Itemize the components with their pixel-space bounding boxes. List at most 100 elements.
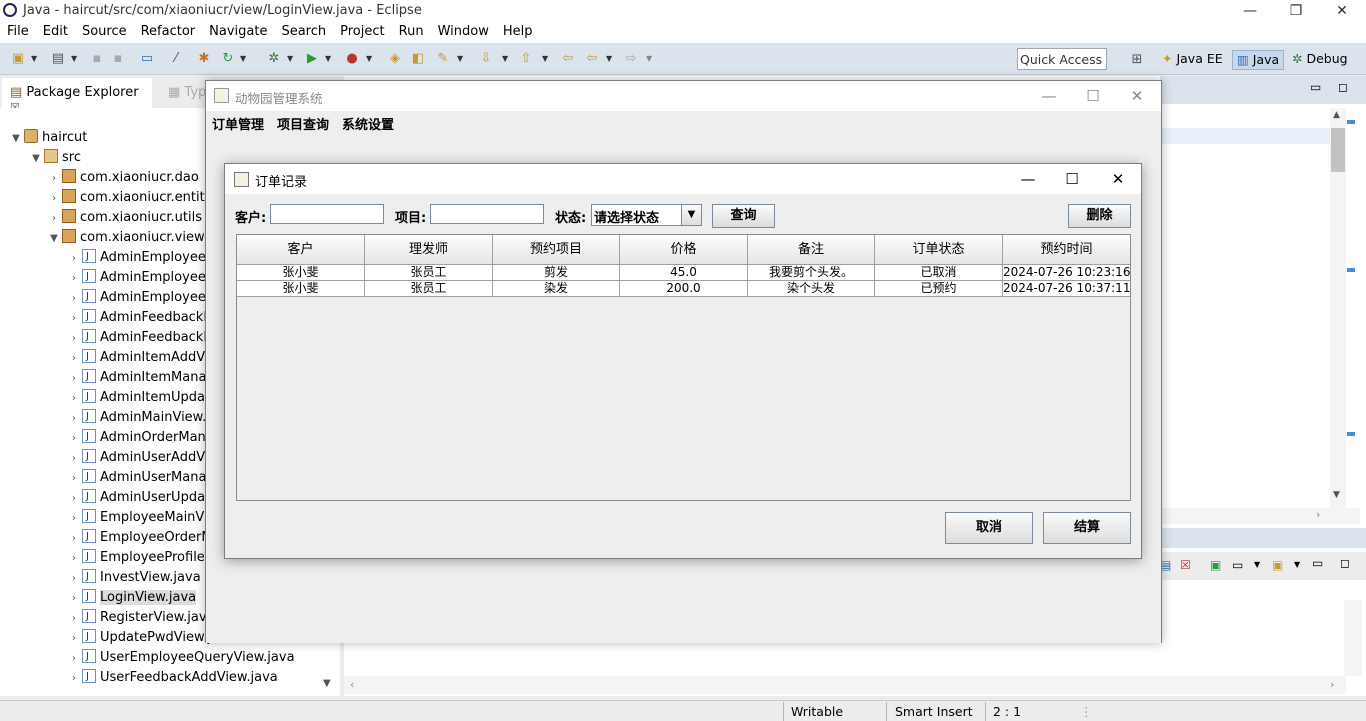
scroll-up-icon[interactable]: ▲ (1333, 110, 1340, 120)
menu-edit[interactable]: Edit (36, 22, 75, 39)
customer-input[interactable] (270, 204, 384, 224)
tree-file[interactable]: › InvestView.java (66, 568, 201, 588)
perspective-java-ee[interactable]: ✦ Java EE (1158, 50, 1227, 70)
quick-access-input[interactable]: Quick Access (1017, 48, 1107, 70)
refresh-dropdown-icon[interactable]: ▼ (240, 53, 248, 65)
menu-order-management[interactable]: 订单管理 (212, 114, 264, 133)
main-minimize-button[interactable]: — (1026, 81, 1072, 111)
chevron-right-icon[interactable]: › (66, 389, 82, 408)
scroll-down-icon[interactable]: ▼ (323, 678, 331, 689)
menu-search[interactable]: Search (274, 22, 333, 39)
tree-package[interactable]: › com.xiaoniucr.utils (46, 208, 202, 228)
save-all-icon[interactable]: ▪ (110, 51, 126, 67)
scroll-left-icon[interactable]: ‹ (350, 678, 354, 691)
menu-file[interactable]: File (0, 22, 36, 39)
query-button[interactable]: 查询 (712, 204, 775, 228)
chevron-right-icon[interactable]: › (66, 409, 82, 428)
tree-package[interactable]: › com.xiaoniucr.entity (46, 188, 212, 208)
external-tools-dropdown-icon[interactable]: ▼ (366, 53, 374, 65)
open-type-icon[interactable]: ◈ (387, 51, 403, 67)
table-cell[interactable]: 张小斐 (237, 265, 365, 281)
tree-file[interactable]: › AdminEmployeeA (66, 248, 206, 268)
menu-refactor[interactable]: Refactor (134, 22, 203, 39)
table-cell[interactable]: 2024-07-26 10:37:11 (1003, 281, 1130, 297)
console-scrollbar[interactable] (1344, 600, 1362, 676)
table-cell[interactable]: 染个头发 (748, 281, 875, 297)
delete-button[interactable]: 删除 (1068, 204, 1131, 228)
chevron-right-icon[interactable]: › (66, 529, 82, 548)
table-cell[interactable]: 45.0 (620, 265, 748, 281)
column-header-item[interactable]: 预约项目 (493, 235, 620, 265)
chevron-right-icon[interactable]: › (66, 429, 82, 448)
eclipse-close-button[interactable]: ✕ (1319, 0, 1365, 22)
chevron-right-icon[interactable]: › (66, 629, 82, 648)
next-annotation-dropdown-icon[interactable]: ▼ (502, 53, 510, 65)
column-header-price[interactable]: 价格 (620, 235, 748, 265)
column-header-order-status[interactable]: 订单状态 (875, 235, 1003, 265)
table-cell[interactable]: 张小斐 (237, 281, 365, 297)
chevron-down-icon[interactable]: ▼ (8, 129, 24, 148)
scroll-right-icon[interactable]: › (1316, 508, 1320, 521)
chevron-right-icon[interactable]: › (66, 249, 82, 268)
table-cell[interactable]: 2024-07-26 10:23:16 (1003, 265, 1130, 281)
search-tool-dropdown-icon[interactable]: ▼ (457, 53, 465, 65)
chevron-right-icon[interactable]: › (66, 369, 82, 388)
tree-file[interactable]: › UserFeedbackAddView.java (66, 668, 278, 688)
tree-package[interactable]: ▼ com.xiaoniucr.view (46, 228, 205, 248)
new-console-icon[interactable]: ▣ (1272, 558, 1283, 572)
tree-file[interactable]: › AdminEmployeeU (66, 288, 206, 308)
tree-src[interactable]: ▼ src (28, 148, 81, 168)
new-package-icon[interactable]: ▤ (50, 51, 66, 67)
chevron-right-icon[interactable]: › (66, 669, 82, 688)
external-tools-icon[interactable]: ● (344, 51, 360, 67)
tree-file[interactable]: › EmployeeProfileV (66, 548, 206, 568)
tree-file[interactable]: › EmployeeOrderM (66, 528, 206, 548)
debug-icon[interactable]: ✲ (266, 51, 282, 67)
dialog-maximize-button[interactable]: ☐ (1049, 164, 1095, 194)
tree-file[interactable]: › AdminUserUpdat (66, 488, 206, 508)
chevron-right-icon[interactable]: › (46, 169, 62, 188)
minimize-view-icon[interactable]: ▭ (1310, 80, 1321, 94)
last-edit-icon[interactable]: ⇦ (560, 51, 576, 67)
tree-file[interactable]: › AdminItemManag (66, 368, 206, 388)
perspective-debug[interactable]: ✲ Debug (1288, 50, 1352, 70)
column-header-customer[interactable]: 客户 (237, 235, 365, 265)
dialog-minimize-button[interactable]: — (1005, 164, 1051, 194)
run-dropdown-icon[interactable]: ▼ (325, 53, 333, 65)
package-explorer-tab[interactable]: ▤ Package Explorer ☒ (2, 78, 152, 114)
chevron-right-icon[interactable]: › (66, 289, 82, 308)
console-icon[interactable]: ▭ (139, 51, 155, 67)
main-close-button[interactable]: ✕ (1114, 81, 1160, 111)
chevron-down-icon[interactable]: ▼ (681, 205, 701, 225)
open-console-icon[interactable]: ▣ (1210, 558, 1221, 572)
tree-file[interactable]: › RegisterView.java (66, 608, 215, 628)
menu-help[interactable]: Help (496, 22, 540, 39)
chevron-right-icon[interactable]: › (66, 349, 82, 368)
chevron-down-icon[interactable]: ▼ (46, 229, 62, 248)
item-input[interactable] (430, 204, 544, 224)
chevron-right-icon[interactable]: › (66, 589, 82, 608)
chevron-right-icon[interactable]: › (66, 269, 82, 288)
dialog-close-button[interactable]: ✕ (1095, 164, 1141, 194)
chevron-right-icon[interactable]: › (66, 449, 82, 468)
next-annotation-icon[interactable]: ⇩ (478, 51, 494, 67)
tree-file[interactable]: › AdminFeedbackR (66, 328, 206, 348)
tree-package[interactable]: › com.xiaoniucr.dao (46, 168, 199, 188)
eclipse-minimize-button[interactable]: — (1227, 0, 1273, 22)
display-console-icon[interactable]: ▭ (1232, 558, 1243, 572)
bottom-hscrollbar[interactable]: ‹ › (344, 676, 1346, 694)
table-cell[interactable]: 我要剪个头发。 (748, 265, 875, 281)
tree-file[interactable]: › AdminUserManag (66, 468, 206, 488)
new-package-dropdown-icon[interactable]: ▼ (71, 53, 79, 65)
chevron-right-icon[interactable]: › (66, 549, 82, 568)
scroll-down-icon[interactable]: ▼ (1333, 490, 1340, 500)
tree-file[interactable]: › AdminMainView.j (66, 408, 206, 428)
table-cell[interactable]: 张员工 (365, 265, 493, 281)
table-cell[interactable]: 已取消 (875, 265, 1003, 281)
table-cell[interactable]: 染发 (493, 281, 620, 297)
cancel-button[interactable]: 取消 (945, 512, 1033, 544)
menu-item-query[interactable]: 项目查询 (277, 114, 329, 133)
chevron-right-icon[interactable]: › (46, 209, 62, 228)
menu-window[interactable]: Window (431, 22, 496, 39)
refresh-icon[interactable]: ↻ (220, 51, 236, 67)
